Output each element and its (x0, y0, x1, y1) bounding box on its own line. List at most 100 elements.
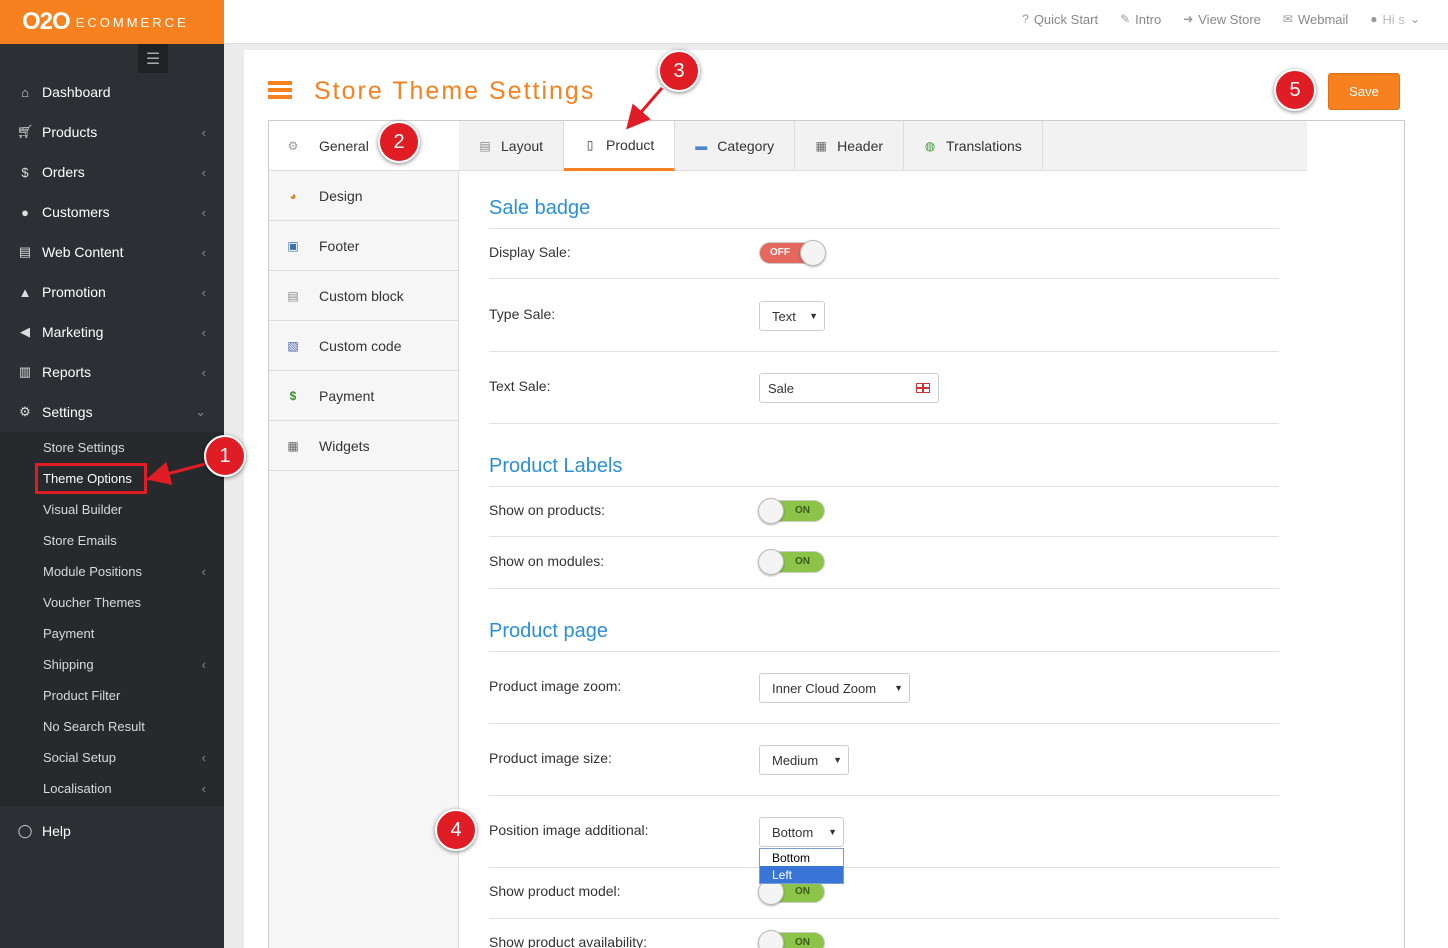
sidebar-item-settings[interactable]: ⚙ Settings ⌄ (0, 392, 224, 432)
type-sale-label: Type Sale: (489, 306, 556, 322)
sidebar-item-label: Web Content (42, 244, 124, 260)
sidebar-item-promotion[interactable]: ▲ Promotion ‹ (0, 272, 224, 312)
callout-1: 1 (204, 435, 246, 477)
image-size-select[interactable]: Medium ▼ (759, 745, 849, 775)
sidebar-item-marketing[interactable]: ◀ Marketing ‹ (0, 312, 224, 352)
tab-category[interactable]: ▬ Category (675, 121, 796, 171)
quick-start-link[interactable]: ? Quick Start (1022, 12, 1098, 27)
tab-label: Category (717, 138, 775, 154)
show-on-modules-toggle[interactable]: ON (758, 549, 825, 575)
header-page-icon: ▦ (815, 139, 827, 153)
chevron-down-icon: ⌄ (195, 404, 206, 419)
sidebar-item-orders[interactable]: $ Orders ‹ (0, 152, 224, 192)
gear-icon: ⚙ (287, 138, 299, 153)
show-on-products-label: Show on products: (489, 502, 605, 518)
submenu-store-settings[interactable]: Store Settings (0, 432, 224, 463)
input-value: Sale (768, 380, 795, 396)
chevron-left-icon: ‹ (201, 164, 206, 180)
submenu-store-emails[interactable]: Store Emails (0, 525, 224, 556)
section-sale-badge: Sale badge (489, 197, 591, 219)
layout-icon: ▤ (479, 139, 491, 153)
toggle-state: ON (795, 505, 810, 516)
sidebar-item-help[interactable]: ◯ Help (0, 811, 71, 851)
divider (489, 795, 1279, 796)
image-zoom-select[interactable]: Inner Cloud Zoom ▼ (759, 673, 910, 703)
toggle-knob (758, 549, 784, 575)
tab-label: Header (837, 138, 884, 154)
tab-label: General (319, 137, 369, 154)
user-icon: ● (21, 204, 29, 220)
submenu-label: Shipping (43, 657, 94, 672)
submenu-visual-builder[interactable]: Visual Builder (0, 494, 224, 525)
toggle-state: ON (795, 886, 810, 897)
page-title: Store Theme Settings (314, 77, 596, 105)
save-button[interactable]: Save (1328, 73, 1400, 110)
show-model-toggle[interactable]: ON (758, 879, 825, 905)
sidebar-item-customers[interactable]: ● Customers ‹ (0, 192, 224, 232)
text-sale-input[interactable]: Sale (759, 373, 939, 403)
dollar-icon: $ (289, 388, 297, 403)
sidebar-item-web-content[interactable]: ▤ Web Content ‹ (0, 232, 224, 272)
submenu-voucher-themes[interactable]: Voucher Themes (0, 587, 224, 618)
sidebar-item-products[interactable]: 🛒︎ Products ‹ (0, 112, 224, 152)
sidebar-item-dashboard[interactable]: ⌂ Dashboard (0, 72, 224, 112)
submenu-no-search-result[interactable]: No Search Result (0, 711, 224, 742)
select-value: Medium (772, 752, 819, 768)
show-on-products-toggle[interactable]: ON (758, 498, 825, 524)
tab-translations[interactable]: ◍ Translations (904, 121, 1043, 171)
tab-custom-code[interactable]: ▧ Custom code (269, 321, 458, 371)
tab-product[interactable]: ▯ Product (564, 121, 676, 171)
display-sale-toggle[interactable]: OFF (759, 240, 826, 266)
dropdown-option-left[interactable]: Left (760, 866, 843, 883)
book-icon: ▤ (18, 244, 32, 259)
list-icon (268, 81, 292, 99)
position-dropdown-list: Bottom Left (759, 848, 844, 884)
tab-design[interactable]: ◕ Design (269, 171, 458, 221)
submenu-module-positions[interactable]: Module Positions ‹ (0, 556, 224, 587)
left-tabs: ⚙ General ◕ Design ▣ Footer ▤ Custom blo… (269, 121, 459, 948)
brand-logo[interactable]: O2O ECOMMERCE (0, 0, 224, 44)
select-value: Inner Cloud Zoom (772, 680, 877, 696)
submenu-shipping[interactable]: Shipping ‹ (0, 649, 224, 680)
submenu-social-setup[interactable]: Social Setup ‹ (0, 742, 224, 773)
position-additional-label: Position image additional: (489, 822, 649, 838)
sidebar-item-label: Dashboard (42, 84, 111, 100)
type-sale-select[interactable]: Text ▼ (759, 301, 825, 331)
submenu-localisation[interactable]: Localisation ‹ (0, 773, 224, 804)
tab-widgets[interactable]: ▦ Widgets (269, 421, 458, 471)
tab-custom-block[interactable]: ▤ Custom block (269, 271, 458, 321)
submenu-label: Social Setup (43, 750, 116, 765)
view-store-link[interactable]: ➜ View Store (1183, 12, 1261, 27)
divider (489, 486, 1279, 487)
tab-layout[interactable]: ▤ Layout (459, 121, 565, 171)
show-model-label: Show product model: (489, 883, 621, 899)
submenu-product-filter[interactable]: Product Filter (0, 680, 224, 711)
sidebar-item-reports[interactable]: ▥ Reports ‹ (0, 352, 224, 392)
position-additional-select[interactable]: Bottom ▼ (759, 817, 844, 847)
tab-label: Custom code (319, 337, 402, 354)
clipboard-icon: ▯ (586, 137, 594, 152)
sidebar-item-label: Products (42, 124, 98, 140)
callout-3: 3 (658, 50, 700, 92)
submenu-payment[interactable]: Payment (0, 618, 224, 649)
tab-header[interactable]: ▦ Header (795, 121, 905, 171)
sidebar-item-label: Orders (42, 164, 85, 180)
user-menu[interactable]: ● Hi s ⌄ (1370, 12, 1420, 27)
dropdown-option-bottom[interactable]: Bottom (760, 849, 843, 866)
logo-mark: O2O (22, 8, 71, 35)
tab-general[interactable]: ⚙ General (269, 121, 459, 171)
menu-toggle-icon[interactable]: ☰ (138, 44, 168, 73)
intro-link[interactable]: ✎ Intro (1120, 12, 1161, 27)
webmail-link[interactable]: ✉ Webmail (1283, 12, 1348, 27)
home-icon: ⌂ (21, 84, 29, 100)
divider (489, 423, 1279, 424)
show-availability-toggle[interactable]: ON (758, 930, 825, 948)
tab-label: Widgets (319, 437, 370, 454)
select-value: Text (772, 308, 796, 324)
top-links: ? Quick Start ✎ Intro ➜ View Store ✉ Web… (1022, 0, 1420, 38)
tab-footer[interactable]: ▣ Footer (269, 221, 458, 271)
intro-label: Intro (1135, 11, 1162, 27)
user-label: Hi s (1382, 11, 1405, 27)
tab-payment[interactable]: $ Payment (269, 371, 458, 421)
show-availability-label: Show product availability: (489, 934, 647, 948)
